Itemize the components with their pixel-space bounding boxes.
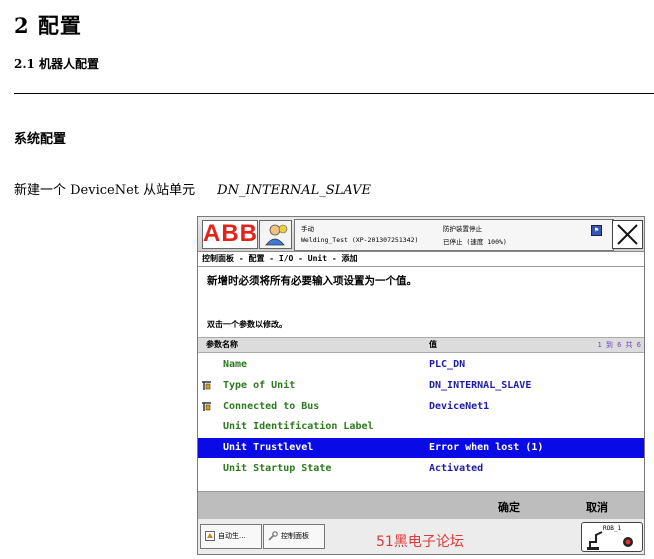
parameter-name: Unit Startup State [223, 463, 332, 474]
quickset-button[interactable]: ROB_1 [581, 522, 643, 552]
abb-logo: ABB [203, 220, 258, 247]
required-marker-icon [202, 401, 211, 411]
parameter-name: Unit Trustlevel [223, 442, 314, 454]
station-name: Welding_Test (XP-201307251342) [301, 236, 419, 244]
parameter-row[interactable]: Type of Unit DN_INTERNAL_SLAVE [198, 376, 644, 396]
subsection-title: 系统配置 [14, 132, 67, 147]
horizontal-rule [14, 93, 654, 94]
safety-state: 防护装置停止 [443, 225, 482, 233]
parameter-value: Error when lost (1) [429, 442, 544, 454]
parameter-name: Name [223, 359, 248, 370]
parameter-row[interactable]: Connected to Bus DeviceNet1 [198, 397, 644, 417]
section-heading: 2 配置 [14, 13, 82, 38]
user-icon[interactable] [259, 220, 292, 249]
parameter-value: PLC_DN [429, 359, 466, 370]
task-label: 控制面板 [281, 532, 309, 540]
parameter-name: Type of Unit [223, 379, 296, 391]
unit-type-code: DN_INTERNAL_SLAVE [217, 183, 371, 198]
subsection-heading: 2.1 机器人配置 [14, 57, 100, 71]
operating-mode: 手动 [301, 225, 314, 233]
flexpendant-screenshot: ABB 手动 Welding_Test (XP-201307251342) 防护… [197, 216, 645, 555]
robot-label: ROB_1 [603, 525, 622, 532]
parameter-name: Connected to Bus [223, 400, 320, 412]
parameter-value: DN_INTERNAL_SLAVE [429, 379, 532, 391]
task-label: 自动生... [218, 532, 246, 540]
intro-text: 新建一个 DeviceNet 从站单元 [14, 183, 196, 198]
cancel-button[interactable]: 取消 [586, 499, 608, 515]
parameter-row[interactable]: Unit Startup State Activated [198, 459, 644, 479]
taskbar: 自动生... 控制面板 51黑电子论坛 ROB_1 [198, 519, 644, 554]
autoproduction-icon [205, 531, 215, 541]
parameter-value: Activated [429, 463, 484, 474]
intro-paragraph: 新建一个 DeviceNet 从站单元 DN_INTERNAL_SLAVE [14, 179, 371, 198]
wrench-icon [268, 531, 278, 541]
table-header: 参数名称 值 1 到 6 共 6 [198, 337, 644, 353]
task-autoproduction[interactable]: 自动生... [200, 524, 262, 549]
abb-menu-button[interactable]: ABB [202, 220, 258, 249]
hint-text: 双击一个参数以修改。 [207, 320, 287, 329]
parameter-row[interactable]: Unit Identification Label [198, 417, 644, 437]
close-button[interactable] [612, 220, 643, 249]
divider [198, 266, 644, 267]
required-marker-icon [202, 381, 211, 390]
breadcrumb: 控制面板 - 配置 - I/O - Unit - 添加 [202, 254, 358, 263]
button-bar: 确定 取消 [198, 491, 644, 520]
parameter-name: Unit Identification Label [223, 421, 374, 433]
parameter-value: DeviceNet1 [429, 400, 490, 412]
pendant-title-bar: ABB 手动 Welding_Test (XP-201307251342) 防护… [198, 217, 644, 252]
instruction-message: 新增时必须将所有必要输入项设置为一个值。 [207, 275, 417, 287]
watermark: 51黑电子论坛 [376, 534, 464, 550]
event-flag-icon[interactable]: ⚑ [591, 225, 602, 236]
parameter-row[interactable]: Name PLC_DN [198, 355, 644, 375]
page-indicator: 1 到 6 共 6 [597, 341, 641, 349]
column-header-value: 值 [429, 340, 437, 349]
ok-button[interactable]: 确定 [498, 499, 520, 515]
run-state: 已停止 (速度 100%) [443, 238, 507, 246]
parameter-row[interactable]: Unit Trustlevel Error when lost (1) [198, 438, 644, 459]
column-header-name: 参数名称 [206, 340, 238, 349]
close-icon [617, 224, 638, 245]
task-control-panel[interactable]: 控制面板 [263, 524, 325, 549]
status-bar[interactable]: 手动 Welding_Test (XP-201307251342) 防护装置停止… [294, 219, 614, 251]
